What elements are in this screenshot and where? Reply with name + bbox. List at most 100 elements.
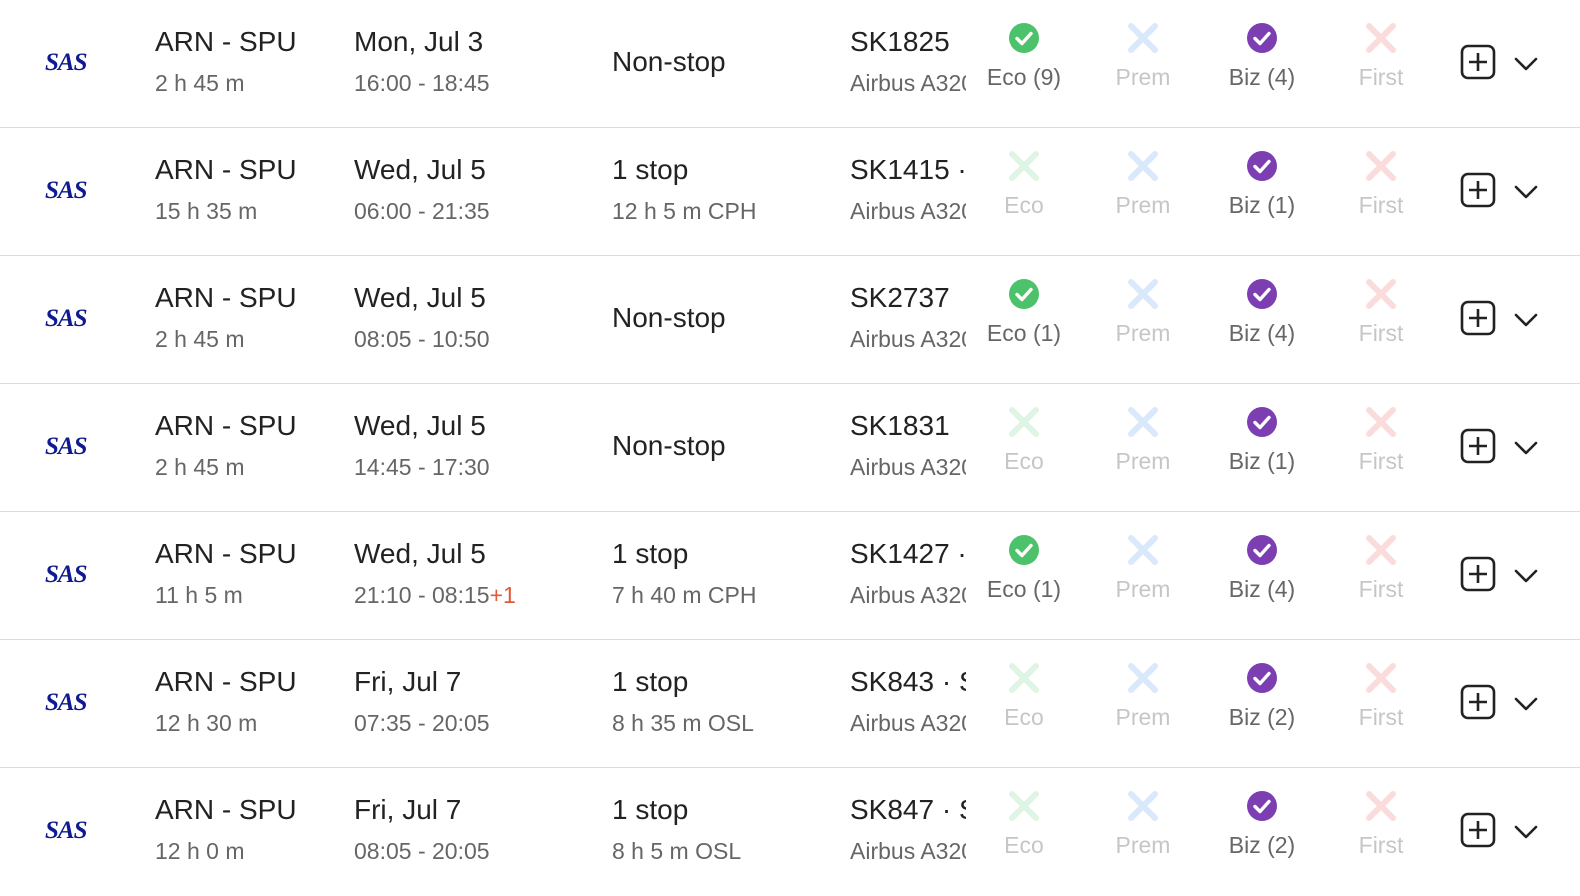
cabin-label: Eco: [1004, 192, 1044, 218]
cabin-economy: Eco (1): [969, 278, 1079, 347]
expand-row-button[interactable]: [1512, 434, 1540, 462]
flight-duration: 2 h 45 m: [155, 70, 245, 96]
cabin-label: First: [1358, 704, 1404, 730]
flight-row[interactable]: SAS ARN - SPU 11 h 5 m Wed, Jul 5 21:10 …: [0, 512, 1580, 640]
cross-icon: [1366, 151, 1396, 181]
route: ARN - SPU: [155, 666, 297, 697]
flight-row[interactable]: SAS ARN - SPU 12 h 0 m Fri, Jul 7 08:05 …: [0, 768, 1580, 896]
cabin-premium: Prem: [1088, 662, 1198, 731]
cross-icon: [1009, 663, 1039, 693]
layover-info: 8 h 35 m OSL: [612, 710, 754, 736]
flight-row[interactable]: SAS ARN - SPU 2 h 45 m Mon, Jul 3 16:00 …: [0, 0, 1580, 128]
cabin-economy: Eco: [969, 150, 1079, 219]
chevron-down-icon: [1514, 313, 1538, 327]
add-flight-button[interactable]: [1460, 44, 1496, 80]
cabin-label: Prem: [1115, 576, 1171, 602]
flight-row[interactable]: SAS ARN - SPU 2 h 45 m Wed, Jul 5 14:45 …: [0, 384, 1580, 512]
flight-duration: 15 h 35 m: [155, 198, 258, 224]
add-flight-button[interactable]: [1460, 428, 1496, 464]
chevron-down-icon: [1514, 569, 1538, 583]
cabin-label: Eco: [1004, 704, 1044, 730]
plus-square-icon: [1460, 684, 1496, 720]
expand-row-button[interactable]: [1512, 562, 1540, 590]
cabin-business: Biz (4): [1207, 534, 1317, 603]
cabin-premium: Prem: [1088, 790, 1198, 859]
flight-number: SK2737: [850, 282, 950, 313]
chevron-down-icon: [1514, 185, 1538, 199]
time-range: 08:05 - 20:05: [354, 838, 490, 864]
aircraft-type: Airbus A320: [850, 582, 966, 608]
expand-row-button[interactable]: [1512, 50, 1540, 78]
cabin-premium: Prem: [1088, 406, 1198, 475]
cabin-label: Biz (2): [1228, 832, 1296, 858]
sas-logo: SAS: [45, 49, 87, 76]
check-circle-icon: [1247, 23, 1277, 53]
expand-row-button[interactable]: [1512, 690, 1540, 718]
cross-icon: [1366, 663, 1396, 693]
cabin-first: First: [1326, 22, 1436, 91]
sas-logo: SAS: [45, 689, 87, 716]
cabin-label: Eco: [1004, 832, 1044, 858]
cabin-business: Biz (4): [1207, 22, 1317, 91]
aircraft-type: Airbus A320: [850, 838, 966, 864]
flight-times: 21:10 - 08:15+1: [354, 582, 516, 609]
flight-number: SK847 · S: [850, 794, 966, 825]
cabin-premium: Prem: [1088, 22, 1198, 91]
flight-times: 08:05 - 10:50: [354, 326, 490, 353]
cabin-label: Biz (4): [1228, 576, 1296, 602]
cabin-first: First: [1326, 534, 1436, 603]
stops-count: Non-stop: [612, 302, 726, 333]
flight-row[interactable]: SAS ARN - SPU 2 h 45 m Wed, Jul 5 08:05 …: [0, 256, 1580, 384]
cabin-label: Prem: [1115, 832, 1171, 858]
plus-square-icon: [1460, 172, 1496, 208]
departure-date: Wed, Jul 5: [354, 538, 486, 569]
expand-row-button[interactable]: [1512, 306, 1540, 334]
flight-times: 07:35 - 20:05: [354, 710, 490, 737]
cabin-first: First: [1326, 150, 1436, 219]
route: ARN - SPU: [155, 282, 297, 313]
flight-row[interactable]: SAS ARN - SPU 15 h 35 m Wed, Jul 5 06:00…: [0, 128, 1580, 256]
cabin-label: Eco (9): [986, 64, 1062, 90]
cross-icon: [1128, 407, 1158, 437]
cabin-economy: Eco (9): [969, 22, 1079, 91]
flight-times: 08:05 - 20:05: [354, 838, 490, 865]
flight-number: SK1415 ·: [850, 154, 966, 185]
flight-number: SK1427 ·: [850, 538, 966, 569]
add-flight-button[interactable]: [1460, 556, 1496, 592]
add-flight-button[interactable]: [1460, 812, 1496, 848]
add-flight-button[interactable]: [1460, 300, 1496, 336]
cabin-label: Prem: [1115, 192, 1171, 218]
cross-icon: [1128, 791, 1158, 821]
stops-count: Non-stop: [612, 46, 726, 77]
expand-row-button[interactable]: [1512, 818, 1540, 846]
stops-count: 1 stop: [612, 538, 689, 569]
aircraft-type: Airbus A320: [850, 326, 966, 352]
flight-duration: 2 h 45 m: [155, 326, 245, 352]
cabin-label: First: [1358, 448, 1404, 474]
departure-date: Fri, Jul 7: [354, 794, 462, 825]
add-flight-button[interactable]: [1460, 684, 1496, 720]
cabin-economy: Eco: [969, 406, 1079, 475]
cabin-label: Prem: [1115, 704, 1171, 730]
cross-icon: [1128, 535, 1158, 565]
cabin-label: Biz (1): [1228, 448, 1296, 474]
add-flight-button[interactable]: [1460, 172, 1496, 208]
expand-row-button[interactable]: [1512, 178, 1540, 206]
route: ARN - SPU: [155, 410, 297, 441]
sas-logo: SAS: [45, 305, 87, 332]
sas-logo: SAS: [45, 561, 87, 588]
plus-day-badge: +1: [489, 582, 516, 608]
plus-square-icon: [1460, 428, 1496, 464]
cabin-first: First: [1326, 790, 1436, 859]
cabin-label: Prem: [1115, 320, 1171, 346]
flight-number: SK1831: [850, 410, 950, 441]
cabin-business: Biz (2): [1207, 662, 1317, 731]
flight-row[interactable]: SAS ARN - SPU 12 h 30 m Fri, Jul 7 07:35…: [0, 640, 1580, 768]
cabin-premium: Prem: [1088, 278, 1198, 347]
flight-duration: 11 h 5 m: [155, 582, 243, 608]
cabin-label: Biz (4): [1228, 64, 1296, 90]
check-circle-icon: [1247, 407, 1277, 437]
check-circle-icon: [1009, 535, 1039, 565]
chevron-down-icon: [1514, 697, 1538, 711]
time-range: 06:00 - 21:35: [354, 198, 490, 224]
